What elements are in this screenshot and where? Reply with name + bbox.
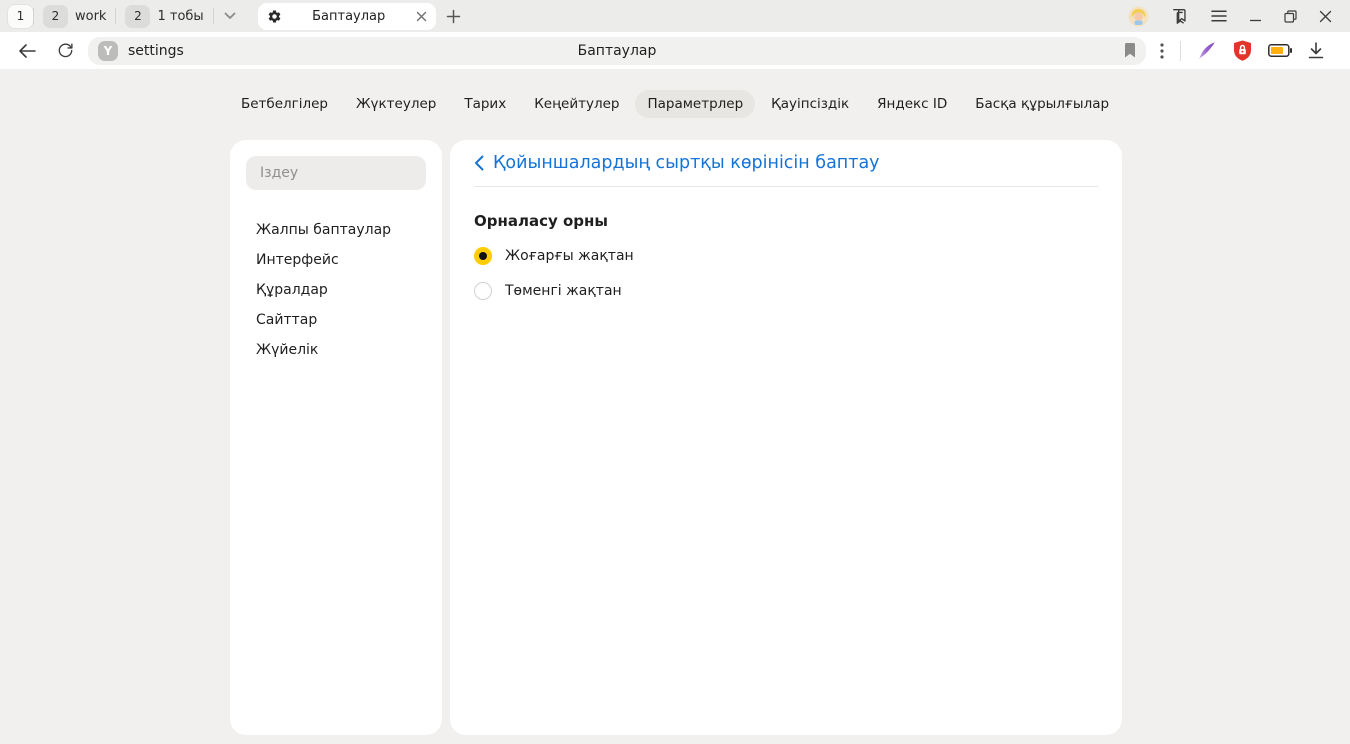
nav-item-other-devices[interactable]: Басқа құрылғылар (963, 90, 1121, 118)
address-bar[interactable]: Y settings Баптаулар (88, 37, 1146, 65)
tab-group-1[interactable]: 1 (8, 5, 33, 28)
tab-title: Баптаулар (282, 9, 416, 24)
section-title: Орналасу орны (474, 212, 1098, 230)
tab-group-count: 2 (125, 5, 150, 28)
tab-group-count: 2 (43, 5, 68, 28)
radio-selected-icon[interactable] (474, 247, 492, 265)
nav-item-downloads[interactable]: Жүктеулер (344, 90, 448, 118)
profile-avatar[interactable] (1128, 6, 1149, 27)
protect-shield-icon[interactable] (1233, 40, 1252, 61)
nav-item-extensions[interactable]: Кеңейтулер (522, 90, 631, 118)
search-input[interactable] (246, 156, 426, 190)
new-tab-button[interactable] (446, 9, 461, 24)
radio-label: Жоғарғы жақтан (505, 248, 634, 264)
tab-group-work[interactable]: 2 work (34, 5, 115, 28)
url-text: settings (128, 43, 184, 59)
settings-sidebar: Жалпы баптаулар Интерфейс Құралдар Сайтт… (230, 140, 442, 735)
back-chevron-icon[interactable] (474, 155, 484, 171)
radio-option-top[interactable]: Жоғарғы жақтан (474, 247, 1098, 265)
nav-item-security[interactable]: Қауіпсіздік (759, 90, 861, 118)
reload-button[interactable] (50, 36, 80, 66)
settings-main-panel: Қойыншалардың сыртқы көрінісін баптау Ор… (450, 140, 1122, 735)
nav-item-bookmarks[interactable]: Бетбелгілер (229, 90, 340, 118)
position-section: Орналасу орны Жоғарғы жақтан Төменгі жақ… (474, 212, 1098, 300)
window-minimize-button[interactable] (1249, 10, 1262, 23)
page-title[interactable]: Қойыншалардың сыртқы көрінісін баптау (493, 153, 880, 173)
window-restore-button[interactable] (1284, 10, 1297, 23)
tab-group-toby[interactable]: 2 1 тобы (116, 5, 212, 28)
sidebar-item-tools[interactable]: Құралдар (246, 275, 426, 305)
address-page-title: Баптаулар (88, 43, 1146, 59)
tab-panel-icon[interactable] (1171, 7, 1189, 25)
settings-content: Жалпы баптаулар Интерфейс Құралдар Сайтт… (230, 140, 1350, 735)
radio-unselected-icon[interactable] (474, 282, 492, 300)
active-tab-settings[interactable]: Баптаулар (258, 3, 436, 30)
battery-icon[interactable] (1268, 44, 1292, 57)
sidebar-item-interface[interactable]: Интерфейс (246, 245, 426, 275)
sidebar-list: Жалпы баптаулар Интерфейс Құралдар Сайтт… (246, 215, 426, 365)
radio-option-bottom[interactable]: Төменгі жақтан (474, 282, 1098, 300)
window-close-button[interactable] (1319, 10, 1332, 23)
browser-toolbar: Y settings Баптаулар (0, 32, 1350, 69)
tab-group-label: 1 тобы (157, 9, 203, 24)
close-tab-icon[interactable] (416, 11, 427, 22)
back-button[interactable] (12, 36, 42, 66)
tab-group-label: work (75, 9, 106, 24)
sidebar-item-general[interactable]: Жалпы баптаулар (246, 215, 426, 245)
pen-extension-icon[interactable] (1197, 41, 1217, 61)
sidebar-item-system[interactable]: Жүйелік (246, 335, 426, 365)
gear-icon (267, 9, 282, 24)
bookmark-icon[interactable] (1124, 43, 1136, 58)
menu-hamburger-icon[interactable] (1211, 10, 1227, 22)
divider (1180, 41, 1181, 61)
yandex-y-icon: Y (98, 41, 118, 61)
tab-strip: 1 2 work 2 1 тобы Баптаулар (0, 0, 1350, 32)
radio-label: Төменгі жақтан (505, 283, 622, 299)
nav-item-yandex-id[interactable]: Яндекс ID (865, 90, 959, 118)
nav-item-settings[interactable]: Параметрлер (635, 90, 755, 118)
page-header: Қойыншалардың сыртқы көрінісін баптау (474, 140, 1098, 187)
nav-item-history[interactable]: Тарих (452, 90, 518, 118)
sidebar-item-sites[interactable]: Сайттар (246, 305, 426, 335)
tab-groups-chevron-down-icon[interactable] (214, 12, 246, 20)
download-icon[interactable] (1308, 42, 1324, 59)
kebab-menu-icon[interactable] (1160, 43, 1164, 59)
settings-nav: Бетбелгілер Жүктеулер Тарих Кеңейтулер П… (0, 89, 1350, 119)
